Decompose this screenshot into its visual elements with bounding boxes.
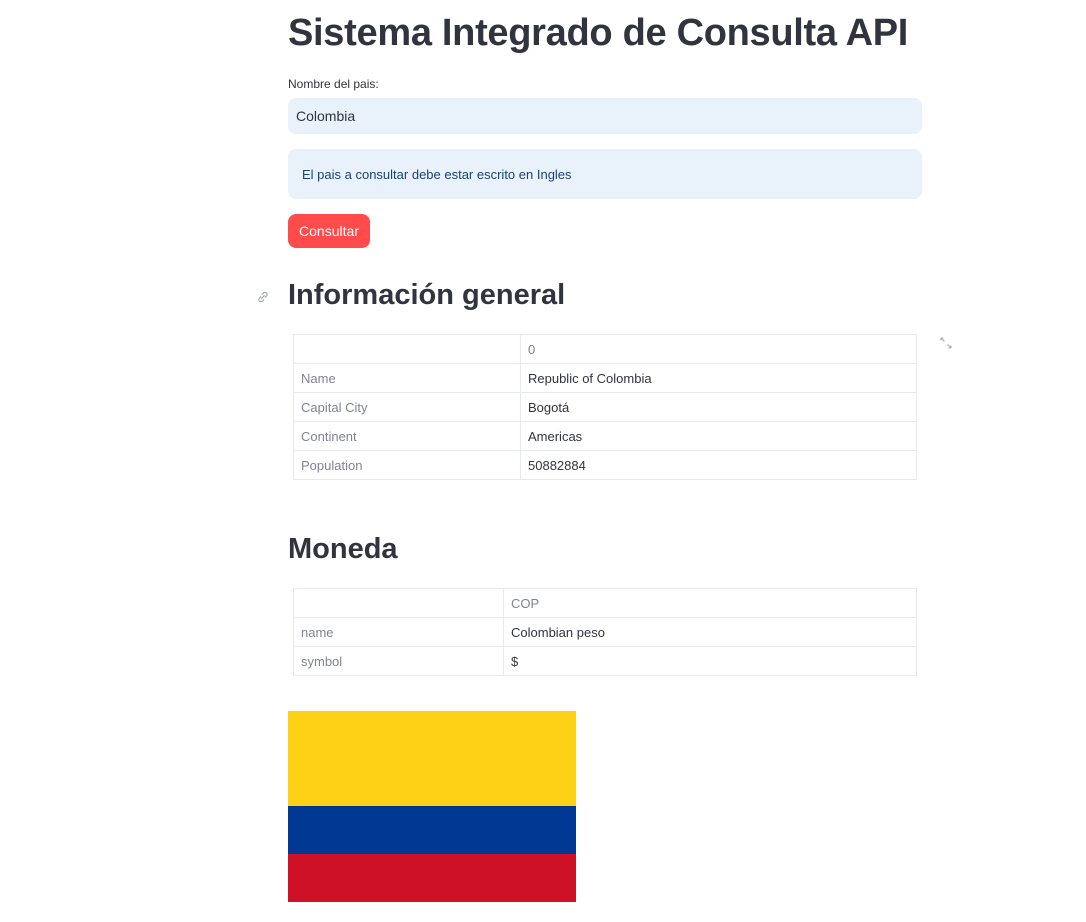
row-label: Continent <box>293 421 521 451</box>
column-header[interactable]: 0 <box>520 334 917 364</box>
column-header[interactable]: COP <box>503 588 917 618</box>
flag-red-band <box>288 854 576 902</box>
consultar-button[interactable]: Consultar <box>288 214 370 248</box>
table-row: name Colombian peso <box>293 617 917 647</box>
link-icon[interactable] <box>256 290 270 304</box>
row-value[interactable]: Colombian peso <box>503 617 917 647</box>
country-input-label: Nombre del pais: <box>288 77 379 91</box>
table-row: symbol $ <box>293 646 917 676</box>
row-label: symbol <box>293 646 504 676</box>
table-header-row: COP <box>293 588 917 618</box>
general-info-table: 0 Name Republic of Colombia Capital City… <box>293 334 917 480</box>
table-corner-cell <box>293 334 521 364</box>
info-alert-text: El pais a consultar debe estar escrito e… <box>302 166 572 182</box>
row-value[interactable]: Republic of Colombia <box>520 363 917 393</box>
table-row: Name Republic of Colombia <box>293 363 917 393</box>
table-row: Continent Americas <box>293 421 917 451</box>
country-input[interactable] <box>288 98 922 134</box>
row-value[interactable]: 50882884 <box>520 450 917 480</box>
page-title: Sistema Integrado de Consulta API <box>288 12 909 54</box>
row-value[interactable]: Bogotá <box>520 392 917 422</box>
flag-yellow-band <box>288 711 576 806</box>
table-corner-cell <box>293 588 504 618</box>
table-row: Population 50882884 <box>293 450 917 480</box>
country-flag-image <box>288 711 576 902</box>
flag-blue-band <box>288 806 576 854</box>
row-value[interactable]: $ <box>503 646 917 676</box>
table-row: Capital City Bogotá <box>293 392 917 422</box>
row-label: Capital City <box>293 392 521 422</box>
row-label: Population <box>293 450 521 480</box>
row-value[interactable]: Americas <box>520 421 917 451</box>
general-info-heading: Información general <box>288 279 566 311</box>
currency-table: COP name Colombian peso symbol $ <box>293 588 917 676</box>
table-header-row: 0 <box>293 334 917 364</box>
currency-heading: Moneda <box>288 533 398 565</box>
info-alert: El pais a consultar debe estar escrito e… <box>288 149 922 199</box>
row-label: name <box>293 617 504 647</box>
row-label: Name <box>293 363 521 393</box>
expand-icon[interactable] <box>940 337 952 349</box>
